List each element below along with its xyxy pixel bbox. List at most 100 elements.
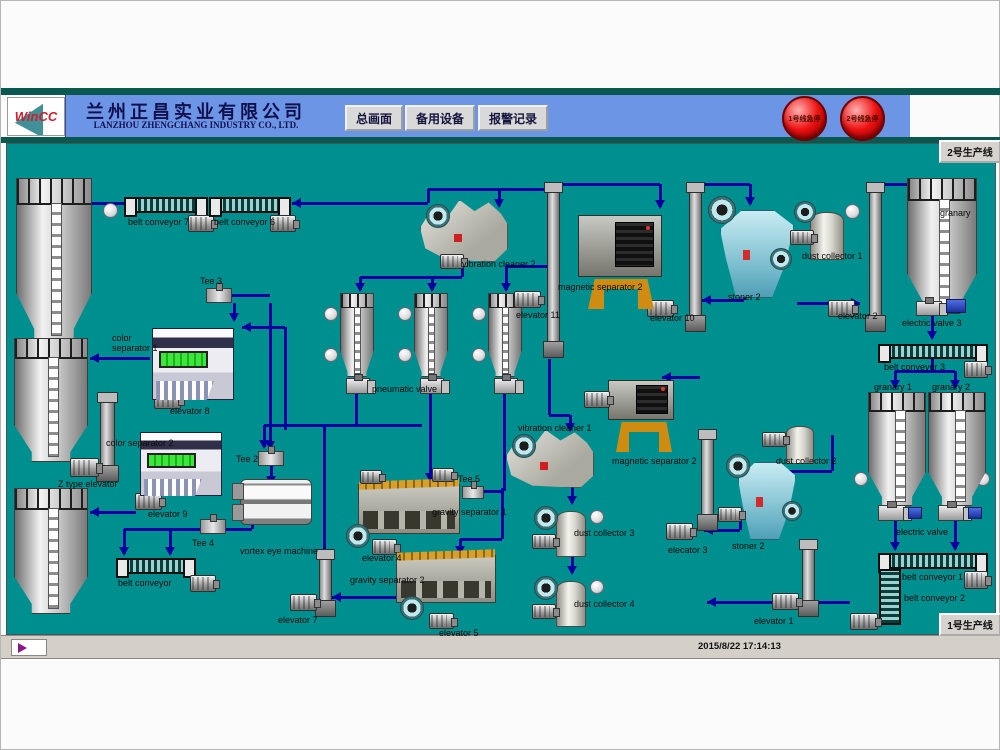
dc1-fan-icon[interactable] (794, 201, 816, 223)
line2-page-button[interactable]: 2号生产线 (939, 140, 1000, 163)
stoner-line1-motor-icon[interactable] (718, 507, 742, 522)
e3-motor-icon[interactable] (666, 523, 693, 540)
indicator-lamp (103, 203, 118, 218)
belt-conveyor-1[interactable] (878, 553, 988, 569)
flow-arrow (427, 283, 437, 292)
dc4-fan-icon[interactable] (534, 576, 558, 600)
magnetic-separator-top[interactable] (578, 215, 662, 277)
elevator-2[interactable] (869, 185, 882, 331)
line1-page-button[interactable]: 1号生产线 (939, 613, 1000, 636)
elecator-3[interactable] (701, 432, 714, 530)
granary1-bvalve-icon[interactable] (908, 507, 922, 519)
indicator-lamp (324, 348, 338, 362)
spare-equipment-button[interactable]: 备用设备 (405, 105, 475, 131)
belt-conveyor-3[interactable] (878, 344, 988, 359)
flow-arrow (707, 597, 716, 607)
elevator-9-motor-label: elevator 9 (148, 509, 188, 519)
vc2-motor-icon[interactable] (440, 254, 464, 269)
e11-motor-icon[interactable] (514, 291, 541, 308)
bc-motor-icon[interactable] (190, 575, 216, 592)
dust-collector-4-label: dust collector 4 (574, 599, 635, 609)
gravity-separator-2-label: gravity separator 2 (350, 575, 425, 585)
belt-conveyor-7-label: belt conveyor 7 (128, 217, 189, 227)
pipe (90, 357, 150, 360)
estop-line1-button[interactable]: 1号线急停 (782, 96, 827, 141)
stoner-line1-fan1-icon[interactable] (726, 454, 750, 478)
color-separator-1-label: color separator 1 (112, 333, 158, 353)
tee-5-icon[interactable] (462, 486, 484, 499)
dc3-motor-icon[interactable] (532, 534, 556, 549)
estop-line2-button[interactable]: 2号线急停 (840, 96, 885, 141)
electric-valve-3-icon[interactable] (916, 301, 942, 316)
bc2-motor-icon[interactable] (850, 613, 878, 630)
tee-3-icon[interactable] (206, 288, 232, 303)
e1-motor-icon[interactable] (772, 593, 799, 610)
flow-arrow (355, 283, 365, 292)
stoner-line2-fan2-icon[interactable] (770, 248, 792, 270)
stoner-line1-fan2-icon[interactable] (782, 501, 802, 521)
flow-arrow (90, 353, 99, 363)
granary1-valve-icon[interactable] (878, 505, 906, 521)
belt-conveyor-6[interactable] (209, 197, 291, 213)
elevator-10[interactable] (689, 185, 702, 331)
overview-button[interactable]: 总画面 (345, 105, 403, 131)
tee-2-icon[interactable] (258, 451, 284, 466)
dc3-fan-icon[interactable] (534, 506, 558, 530)
gs1-motor1-icon[interactable] (360, 470, 382, 484)
flow-arrow (567, 496, 577, 505)
stoner-line2-fan1-icon[interactable] (708, 196, 736, 224)
tee-4-icon[interactable] (200, 519, 226, 534)
granary-top-label: granary (940, 208, 971, 218)
elevator-5-motor-icon[interactable] (429, 613, 454, 629)
gs1-motor2-icon[interactable] (432, 468, 454, 482)
silo-c[interactable] (14, 488, 88, 614)
vortex-eye-machine[interactable] (240, 479, 312, 525)
flow-arrow (655, 200, 665, 209)
pipe (292, 202, 428, 205)
color-separator-1[interactable] (152, 328, 234, 400)
dc4-motor-icon[interactable] (532, 604, 556, 619)
bc7-motor-icon[interactable] (188, 215, 214, 232)
pneumatic-valve-3-icon[interactable] (494, 378, 518, 394)
e7-motor-icon[interactable] (290, 594, 317, 611)
color-separator-2-label: color separator 2 (106, 438, 174, 448)
z-elev-motor-icon[interactable] (70, 458, 99, 477)
granary2-bvalve-icon[interactable] (968, 507, 982, 519)
status-bar (1, 635, 1000, 659)
gs1-fan-icon[interactable] (346, 524, 370, 548)
granary-2[interactable] (928, 392, 986, 506)
belt-conveyor-2-label: belt conveyor 2 (904, 593, 965, 603)
dc2-motor-icon[interactable] (762, 432, 786, 447)
granary-1[interactable] (868, 392, 926, 506)
electric-valve-3b-icon[interactable] (946, 299, 966, 313)
pipe (548, 359, 551, 415)
belt-conveyor-2[interactable] (879, 569, 901, 625)
magnetic-separator-bottom[interactable] (608, 380, 674, 420)
vc2-fan-icon[interactable] (426, 204, 450, 228)
silo-a[interactable] (16, 178, 92, 342)
silo-b[interactable] (14, 338, 88, 462)
magsep-bot-motor-icon[interactable] (584, 391, 610, 408)
pipe (503, 394, 506, 491)
bc3-motor-icon[interactable] (964, 361, 988, 378)
granary-top[interactable] (907, 178, 977, 314)
vc1-fan-icon[interactable] (512, 434, 536, 458)
bc1-motor-icon[interactable] (964, 571, 988, 589)
play-button[interactable] (11, 639, 47, 656)
belt-conveyor[interactable] (116, 558, 196, 574)
granary2-valve-icon[interactable] (938, 505, 966, 521)
flow-arrow (494, 199, 504, 208)
elevator-1[interactable] (802, 542, 815, 616)
elevator-11[interactable] (547, 185, 560, 357)
dc1-motor-icon[interactable] (790, 230, 814, 245)
pneumatic-valve-1-icon[interactable] (346, 378, 370, 394)
alarm-record-button[interactable]: 报警记录 (478, 105, 548, 131)
mid-silo-1[interactable] (340, 293, 374, 377)
belt-conveyor-7[interactable] (124, 197, 208, 213)
flow-arrow (745, 197, 755, 206)
gs2-fan-icon[interactable] (400, 596, 424, 620)
mid-silo-2[interactable] (414, 293, 448, 377)
tee-2-label: Tee 2 (236, 454, 258, 464)
pipe (549, 414, 570, 417)
magsep-bot-stand[interactable] (616, 422, 672, 452)
